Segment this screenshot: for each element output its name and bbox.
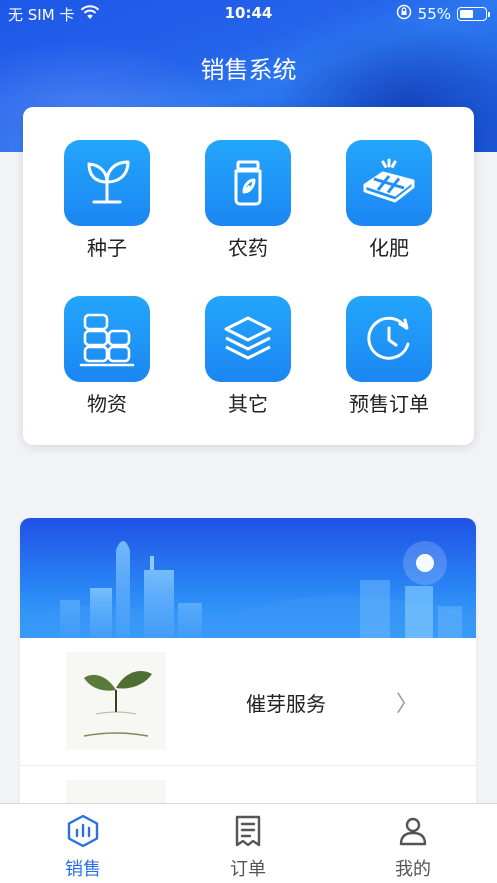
service-row[interactable]: 催芽服务 〉 (20, 638, 476, 766)
category-label: 农药 (228, 236, 268, 260)
layers-icon (205, 296, 291, 382)
category-label: 其它 (228, 392, 268, 416)
battery-percentage: 55% (417, 5, 451, 23)
category-presale-orders[interactable]: 预售订单 (324, 296, 454, 436)
page-title: 销售系统 (200, 56, 297, 84)
user-icon (396, 817, 430, 852)
sales-chart-icon (66, 814, 100, 852)
category-seeds[interactable]: 种子 (42, 140, 172, 280)
category-supplies[interactable]: 物资 (42, 296, 172, 436)
tab-label: 我的 (395, 859, 431, 880)
category-label: 化肥 (369, 236, 409, 260)
tab-bar: 销售 订单 我的 (0, 803, 497, 883)
clock-refresh-icon (346, 296, 432, 382)
category-fertilizer[interactable]: 化肥 (324, 140, 454, 280)
receipt-icon (231, 815, 265, 852)
tab-profile[interactable]: 我的 (353, 814, 473, 881)
status-bar: 无 SIM 卡 10:44 55% (0, 0, 497, 28)
category-others[interactable]: 其它 (183, 296, 313, 436)
seedling-image (66, 652, 166, 750)
tab-sales[interactable]: 销售 (23, 814, 143, 881)
service-name: 催芽服务 (246, 692, 326, 716)
category-label: 种子 (87, 236, 127, 260)
fertilizer-grid-icon (346, 140, 432, 226)
orientation-lock-icon (396, 4, 412, 24)
category-label: 预售订单 (349, 392, 429, 416)
battery-icon (457, 7, 490, 21)
tab-label: 订单 (230, 859, 266, 880)
category-grid: 种子 农药 化肥 物资 其它 预售订单 (23, 107, 474, 445)
chevron-right-icon: 〉 (395, 692, 418, 717)
sprout-icon (64, 140, 150, 226)
tab-label: 销售 (65, 859, 101, 880)
city-banner-image (20, 518, 476, 638)
pesticide-bottle-icon (205, 140, 291, 226)
tab-orders[interactable]: 订单 (188, 814, 308, 881)
service-card: 催芽服务 〉 (20, 518, 476, 818)
category-label: 物资 (87, 392, 127, 416)
category-pesticides[interactable]: 农药 (183, 140, 313, 280)
storage-barrels-icon (64, 296, 150, 382)
